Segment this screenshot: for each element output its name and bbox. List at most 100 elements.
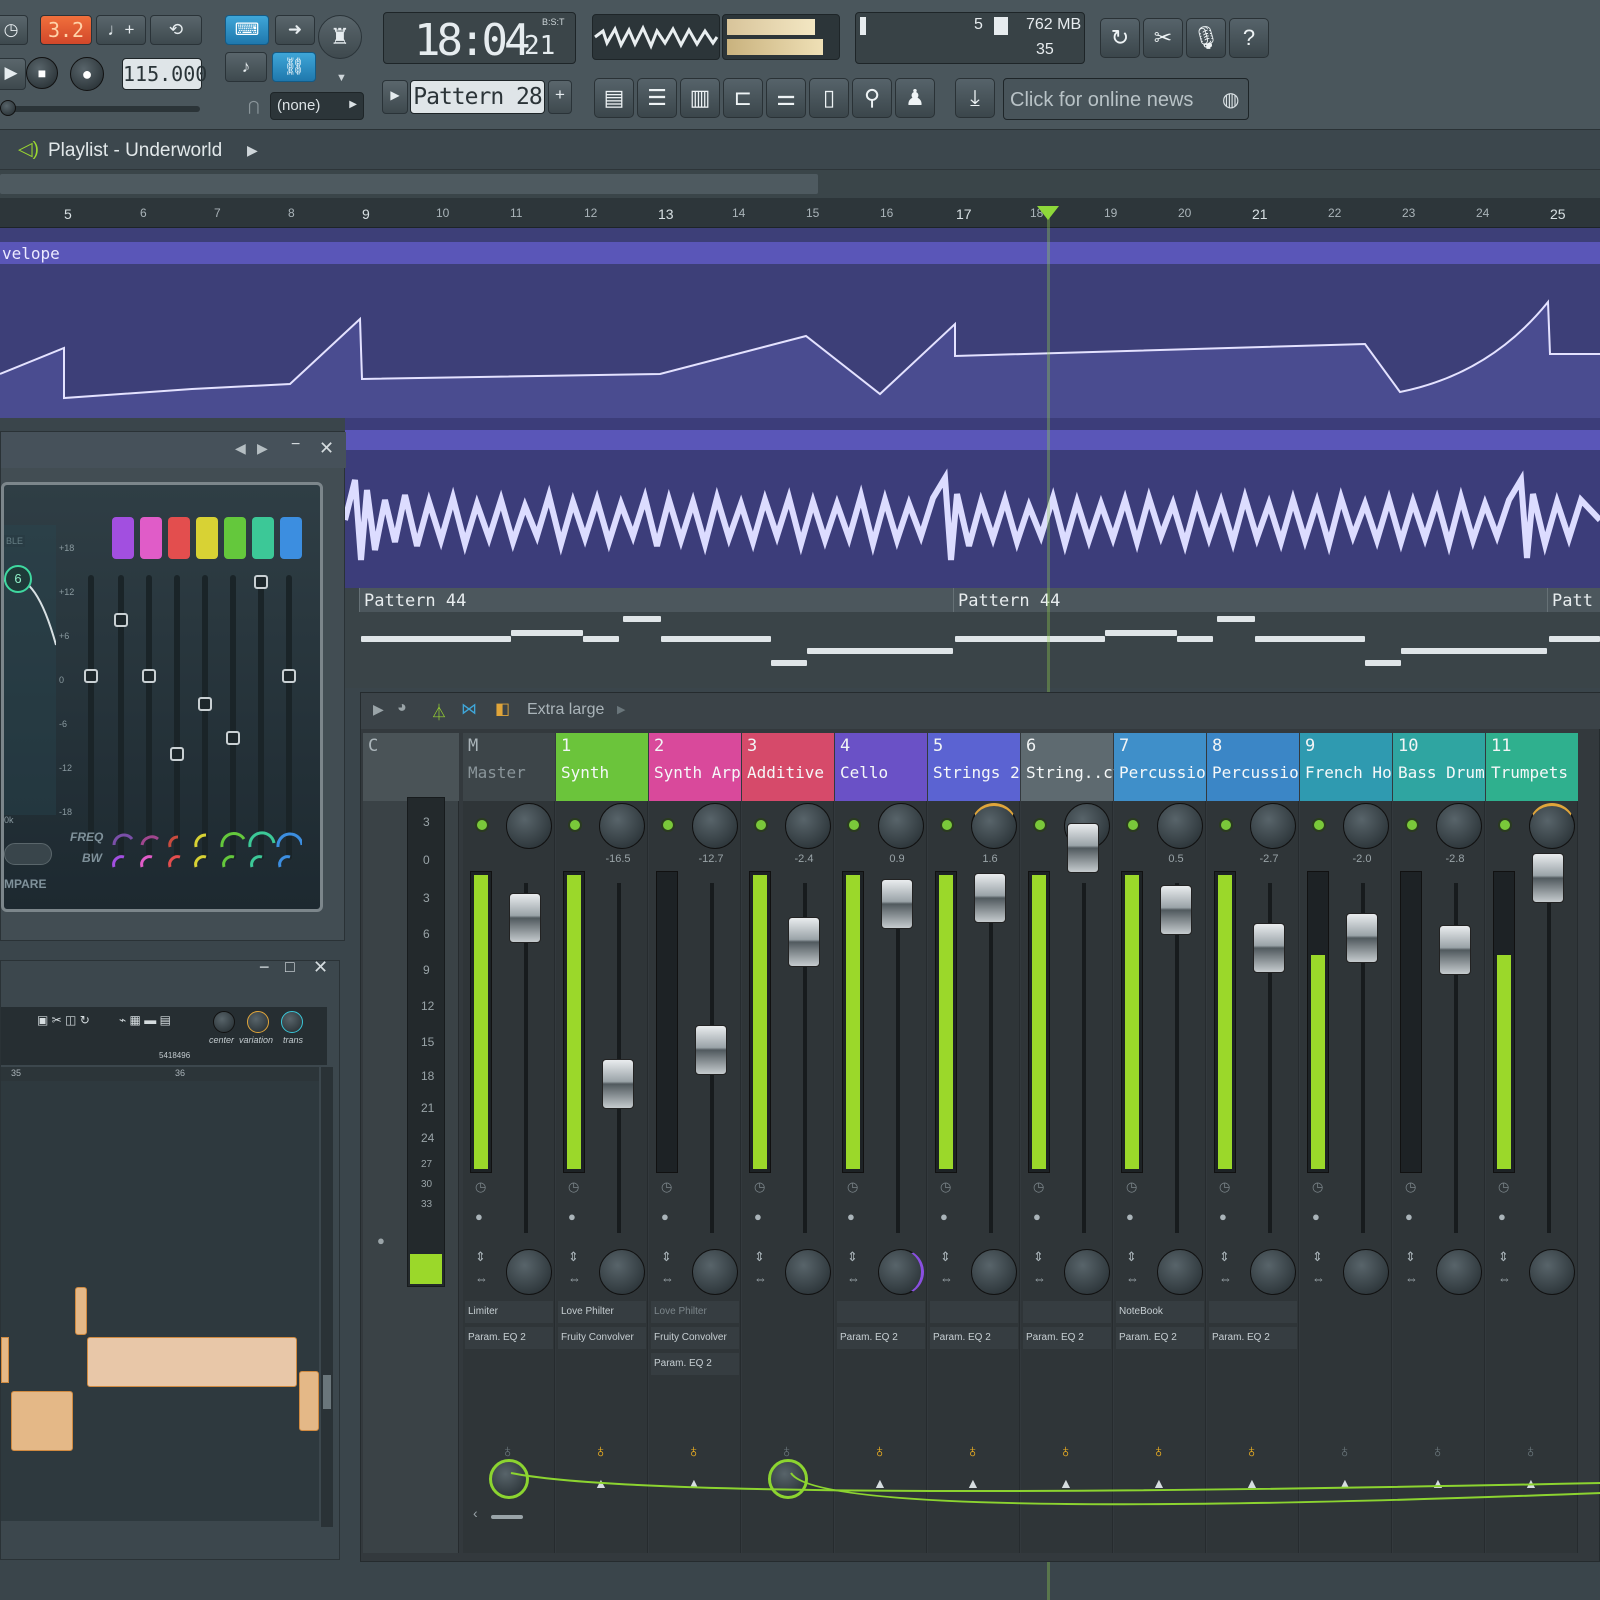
mixer-strip-string-ction[interactable]: 6String..ction◷●⇕⇔Param. EQ 2♁▲ xyxy=(1021,733,1114,1553)
stereo-separation-knob[interactable] xyxy=(1529,1249,1575,1295)
undo-icon[interactable]: ↻ xyxy=(1100,18,1140,58)
volume-fader[interactable] xyxy=(1346,913,1378,963)
clock-icon[interactable]: ◷ xyxy=(568,1179,579,1195)
gain-handle[interactable] xyxy=(114,613,128,627)
phase-icon[interactable]: ⇔ xyxy=(1033,1271,1046,1286)
effect-slot[interactable] xyxy=(1023,1301,1111,1323)
volume-fader[interactable] xyxy=(1160,885,1192,935)
pattern-icon[interactable]: ♪ xyxy=(225,52,267,82)
pitch-blob[interactable] xyxy=(1,1337,9,1383)
strip-header[interactable]: 4 Cello xyxy=(835,733,927,801)
fader-track[interactable] xyxy=(1175,883,1179,1233)
play-button[interactable]: ▶ xyxy=(0,58,26,90)
mute-led[interactable] xyxy=(568,818,582,832)
maximize-icon[interactable]: □ xyxy=(285,959,295,977)
phase-icon[interactable]: ⇔ xyxy=(1219,1271,1232,1286)
swap-icon[interactable]: ⇕ xyxy=(568,1249,579,1265)
effect-slot[interactable]: Limiter xyxy=(465,1301,553,1323)
volume-fader[interactable] xyxy=(695,1025,727,1075)
volume-fader[interactable] xyxy=(1439,925,1471,975)
stereo-separation-knob[interactable] xyxy=(1436,1249,1482,1295)
volume-fader[interactable] xyxy=(974,873,1006,923)
time-display[interactable]: 18:04 21 B:S:T xyxy=(383,12,576,66)
stereo-separation-knob[interactable] xyxy=(785,1249,831,1295)
stereo-separation-knob[interactable] xyxy=(1157,1249,1203,1295)
swap-icon[interactable]: ⇕ xyxy=(1498,1249,1509,1265)
cut-icon[interactable]: ✂ xyxy=(1143,18,1183,58)
band-1-button[interactable] xyxy=(112,517,134,559)
pan-knob[interactable] xyxy=(506,803,552,849)
swap-icon[interactable]: ⇕ xyxy=(940,1249,951,1265)
gain-handle[interactable] xyxy=(198,697,212,711)
volume-fader[interactable] xyxy=(602,1059,634,1109)
pattern-clip[interactable]: Patt xyxy=(1547,588,1600,612)
eq-window-titlebar[interactable]: ◀ ▶ − ✕ xyxy=(1,432,346,468)
pattern-selector[interactable]: Pattern 28 xyxy=(410,80,545,114)
trans-knob[interactable] xyxy=(281,1011,303,1033)
gain-handle[interactable] xyxy=(282,669,296,683)
strip-header[interactable]: 9 French Horn xyxy=(1300,733,1393,801)
effect-slot[interactable]: Love Philter xyxy=(558,1301,646,1323)
swap-icon[interactable]: ⇕ xyxy=(1219,1249,1230,1265)
center-knob[interactable] xyxy=(213,1011,235,1033)
phase-icon[interactable]: ⇔ xyxy=(1405,1271,1418,1286)
stereo-separation-knob[interactable] xyxy=(692,1249,738,1295)
strip-header[interactable]: M Master xyxy=(463,733,555,801)
clock-icon[interactable]: ◷ xyxy=(1033,1179,1044,1195)
record-arm-dot[interactable]: ● xyxy=(661,1209,669,1224)
chevron-right-icon[interactable]: ▶ xyxy=(247,142,258,159)
clock-icon[interactable]: ◷ xyxy=(940,1179,951,1195)
strip-header[interactable]: 1 Synth xyxy=(556,733,648,801)
tool-icons[interactable]: ▣ ✂ ◫ ↻ xyxy=(37,1013,90,1027)
clock-icon[interactable]: ◷ xyxy=(1219,1179,1230,1195)
close-icon[interactable]: ✕ xyxy=(319,438,334,459)
clock-icon[interactable]: ◷ xyxy=(1126,1179,1137,1195)
compare-toggle[interactable] xyxy=(4,843,52,865)
strip-header[interactable]: 3 Additive xyxy=(742,733,834,801)
pitch-blob[interactable] xyxy=(11,1391,73,1451)
mixer-icon[interactable]: ⚌ xyxy=(766,78,806,118)
effect-slot[interactable]: Param. EQ 2 xyxy=(651,1353,739,1375)
record-arm-dot[interactable]: ● xyxy=(1312,1209,1320,1224)
plugin-ruler[interactable]: 35 36 xyxy=(1,1067,319,1081)
stereo-separation-knob[interactable] xyxy=(1343,1249,1389,1295)
pitch-blob[interactable] xyxy=(299,1371,319,1431)
download-icon[interactable]: ⤓ xyxy=(955,78,995,118)
swap-icon[interactable]: ⇕ xyxy=(1405,1249,1416,1265)
audio-clip-header[interactable] xyxy=(345,430,1600,450)
stereo-separation-knob[interactable] xyxy=(1064,1249,1110,1295)
swap-icon[interactable]: ⇕ xyxy=(1033,1249,1044,1265)
gain-slider[interactable] xyxy=(230,575,236,860)
pan-knob[interactable] xyxy=(1529,803,1575,849)
phase-icon[interactable]: ⇔ xyxy=(940,1271,953,1286)
microphone-icon[interactable]: 🎙 xyxy=(1186,18,1226,58)
mixer-strip-synth-arp[interactable]: 2 Synth Arp -12.7 ◷ ● ⇕ ⇔ Love Philter Fruity Co… xyxy=(649,733,741,1553)
mixer-scroll-thumb[interactable] xyxy=(491,1515,523,1519)
swap-icon[interactable]: ⇕ xyxy=(661,1249,672,1265)
touch-controller-icon[interactable]: ♟ xyxy=(895,78,935,118)
pan-knob[interactable] xyxy=(1157,803,1203,849)
help-icon[interactable]: ? xyxy=(1229,18,1269,58)
master-volume-knob[interactable] xyxy=(0,100,16,116)
pan-knob[interactable] xyxy=(692,803,738,849)
fader-track[interactable] xyxy=(896,883,900,1233)
record-arm-dot[interactable]: ● xyxy=(1219,1209,1227,1224)
mute-led[interactable] xyxy=(754,818,768,832)
effect-slot[interactable]: Param. EQ 2 xyxy=(1116,1327,1204,1349)
typing-keyboard-icon[interactable]: ⌨ xyxy=(225,15,269,45)
gain-handle[interactable] xyxy=(254,575,268,589)
pattern-prev-button[interactable]: ▶ xyxy=(382,80,408,114)
gain-handle[interactable] xyxy=(170,747,184,761)
swap-icon[interactable]: ⇕ xyxy=(847,1249,858,1265)
loop-record-icon[interactable]: ⟲ xyxy=(150,15,202,45)
effect-slot[interactable] xyxy=(930,1301,1018,1323)
clock-icon[interactable]: ◷ xyxy=(1498,1179,1509,1195)
volume-fader[interactable] xyxy=(881,879,913,929)
mute-led[interactable] xyxy=(1219,818,1233,832)
pitch-blob[interactable] xyxy=(87,1337,297,1387)
record-arm-dot[interactable]: ● xyxy=(940,1209,948,1224)
eq-band-6-node[interactable]: 6 xyxy=(4,565,32,593)
volume-fader[interactable] xyxy=(1067,823,1099,873)
strip-header[interactable]: 10 Bass Drum xyxy=(1393,733,1485,801)
clock-icon[interactable]: ◷ xyxy=(1405,1179,1416,1195)
